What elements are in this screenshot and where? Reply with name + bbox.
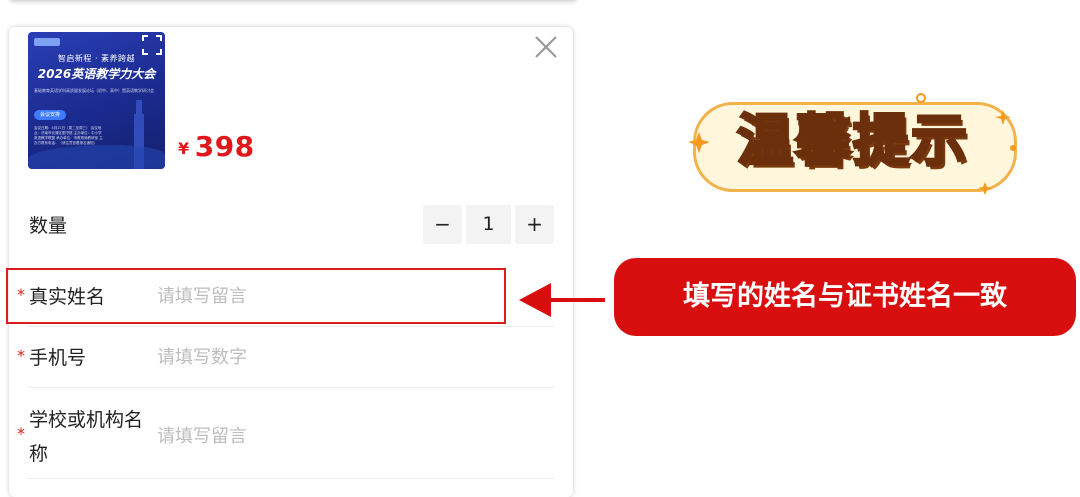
increment-button[interactable]: + xyxy=(515,205,554,244)
name-field-highlight xyxy=(6,268,506,324)
arrow-left-icon xyxy=(519,283,605,317)
poster-logo xyxy=(34,38,60,46)
phone-label: 手机号 xyxy=(29,347,87,369)
phone-input[interactable] xyxy=(157,345,547,369)
product-price: ¥ 398 xyxy=(178,130,255,163)
field-divider xyxy=(28,478,554,479)
poster-details: 会议日期：4月21日（周二至周三） 会议地点：济南市长清区图书馆 主办单位：中小… xyxy=(34,126,103,145)
fullscreen-icon[interactable] xyxy=(142,35,162,55)
poster-title: 2026英语教学力大会 xyxy=(37,67,156,81)
required-mark: * xyxy=(17,346,25,365)
poster-hills-graphic xyxy=(28,145,165,169)
school-input[interactable] xyxy=(157,424,547,448)
field-divider xyxy=(28,326,554,327)
required-mark: * xyxy=(17,424,25,443)
decrement-button[interactable]: − xyxy=(423,205,462,244)
quantity-stepper: − 1 + xyxy=(423,205,554,244)
tip-callout: 填写的姓名与证书姓名一致 xyxy=(614,258,1076,336)
price-currency: ¥ xyxy=(178,139,190,158)
poster-subtitle: 基础教育英语学科高质量发展论坛（初中、高中）暨英语教学研讨会 xyxy=(34,88,154,93)
field-divider xyxy=(28,387,554,388)
poster-badge: 会议安排 xyxy=(34,110,67,120)
quantity-label: 数量 xyxy=(29,215,68,237)
badge-title: 温馨提示 xyxy=(736,108,969,176)
close-icon[interactable] xyxy=(533,34,559,60)
quantity-value[interactable]: 1 xyxy=(466,205,511,244)
price-amount: 398 xyxy=(194,130,255,163)
warm-tip-badge: 温馨提示 xyxy=(685,90,1025,200)
school-label-line1: 学校或机构名 xyxy=(29,409,144,431)
school-label-line2: 称 xyxy=(29,443,49,465)
